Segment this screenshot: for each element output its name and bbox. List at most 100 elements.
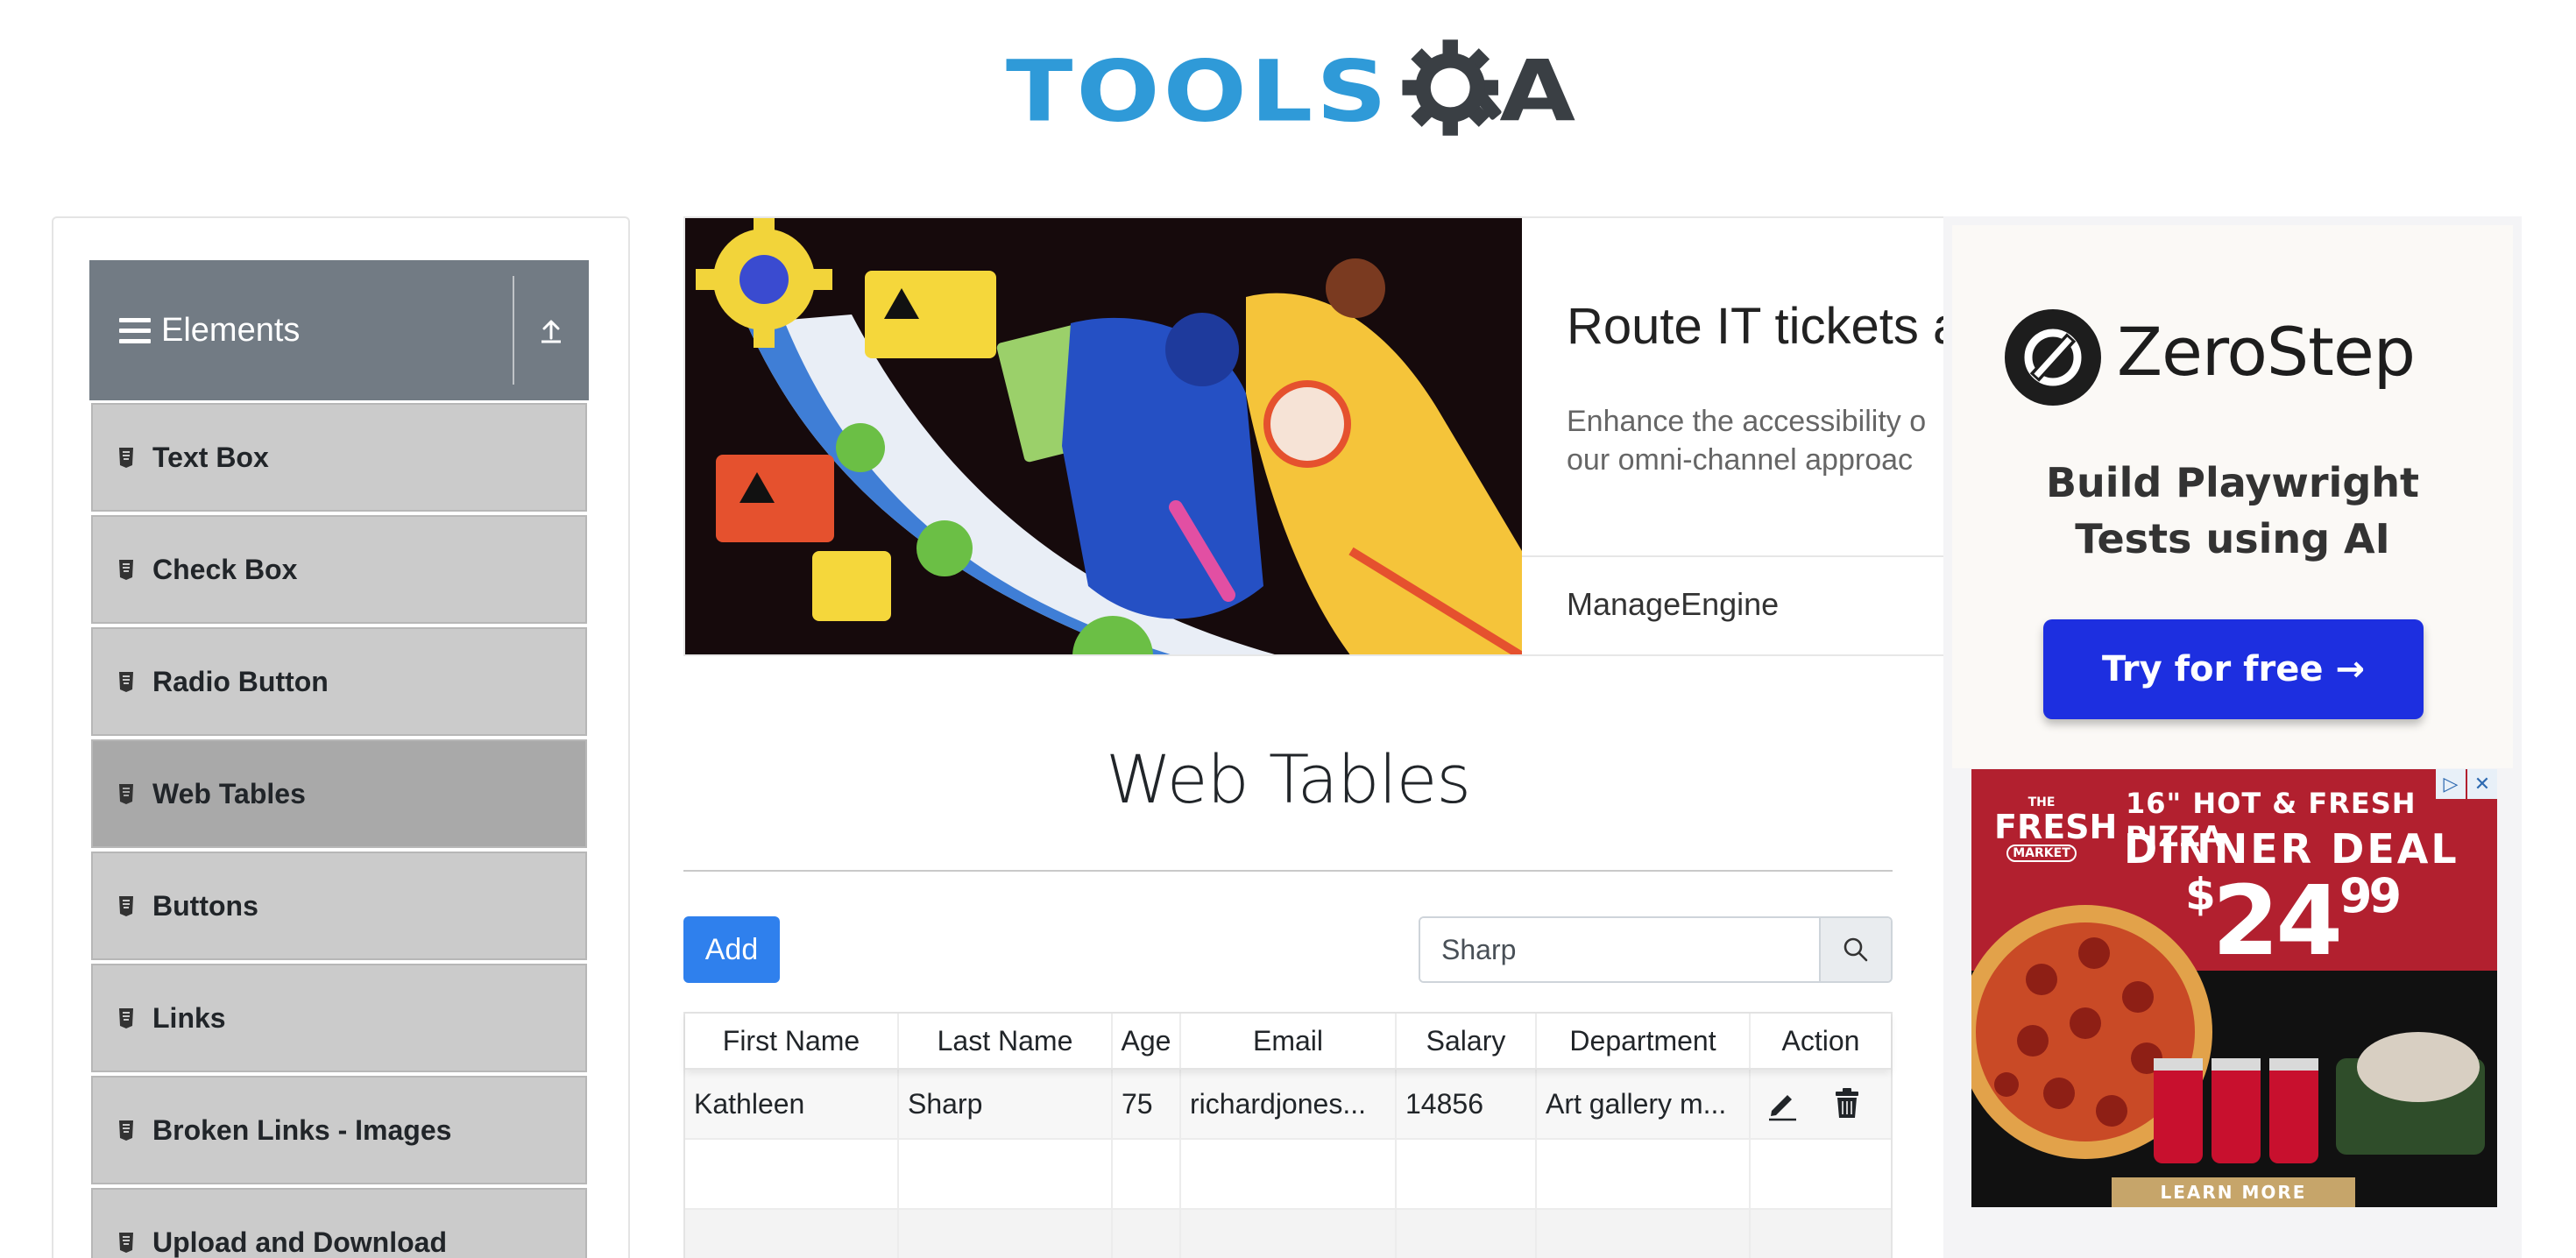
table-header: First Name Last Name Age Email Salary De… — [685, 1014, 1891, 1070]
document-icon — [119, 1008, 133, 1028]
table-cell — [1537, 1210, 1751, 1258]
menu-item-radio-button[interactable]: Radio Button — [91, 627, 587, 736]
trash-icon[interactable] — [1829, 1086, 1865, 1121]
document-icon — [119, 672, 133, 692]
banner-illustration — [685, 218, 1522, 654]
collapse-group-button[interactable] — [513, 260, 589, 400]
price-dollar: $ — [2185, 869, 2216, 920]
zerostep-logo-icon — [2005, 309, 2101, 406]
table-cell — [1181, 1210, 1397, 1258]
menu-item-label: Links — [152, 1001, 226, 1034]
zerostep-brand: ZeroStep — [2117, 313, 2416, 391]
search-icon — [1844, 937, 1868, 962]
web-table: First Name Last Name Age Email Salary De… — [683, 1012, 1893, 1258]
banner-brand: ManageEngine — [1567, 586, 1780, 622]
cell-department: Art gallery m... — [1537, 1070, 1751, 1138]
document-icon — [119, 896, 133, 916]
cell-email: richardjones... — [1181, 1070, 1397, 1138]
table-row — [685, 1210, 1891, 1258]
menu-item-label: Buttons — [152, 889, 258, 922]
menu-item-label: Upload and Download — [152, 1226, 447, 1258]
divider — [1522, 555, 1943, 557]
table-cell — [685, 1140, 899, 1208]
menu-item-check-box[interactable]: Check Box — [91, 515, 587, 624]
gear-magnifier-icon — [1402, 39, 1502, 136]
search-box — [1419, 916, 1893, 983]
search-input[interactable] — [1420, 918, 1819, 981]
table-cell — [1113, 1140, 1181, 1208]
elements-menu: Text Box Check Box Radio Button Web Tabl… — [91, 403, 587, 1258]
try-for-free-button[interactable]: Try for free → — [2043, 619, 2424, 719]
pizza-ad[interactable]: ▷ ✕ THE FRESH MARKET 16" HOT & FRESH PIZ… — [1971, 769, 2497, 1207]
table-row: Kathleen Sharp 75 richardjones... 14856 … — [685, 1070, 1891, 1140]
pizza-ad-price: $2499 — [2185, 873, 2402, 970]
column-header[interactable]: First Name — [685, 1014, 899, 1068]
menu-item-label: Broken Links - Images — [152, 1113, 452, 1146]
table-cell — [685, 1210, 899, 1258]
group-title: Elements — [161, 311, 301, 349]
cell-action — [1751, 1070, 1891, 1138]
badge-text: FRESH — [1994, 808, 2118, 846]
menu-item-upload-download[interactable]: Upload and Download — [91, 1188, 587, 1258]
banner-headline: Route IT tickets a — [1567, 298, 1945, 355]
divider — [683, 870, 1893, 872]
toolsqa-logo[interactable]: TOOLS A — [1006, 26, 1575, 158]
logo-text-a: A — [1499, 43, 1575, 141]
tagline-line: Build Playwright — [2046, 459, 2419, 506]
price-cents: 99 — [2339, 868, 2402, 923]
collapse-up-icon — [541, 320, 561, 343]
menu-item-label: Web Tables — [152, 777, 306, 809]
cell-salary: 14856 — [1397, 1070, 1537, 1138]
learn-more-button[interactable]: LEARN MORE — [2112, 1177, 2355, 1207]
pencil-icon[interactable] — [1765, 1086, 1800, 1121]
banner-body-line: Enhance the accessibility o — [1567, 405, 1927, 438]
document-icon — [119, 560, 133, 580]
menu-item-label: Radio Button — [152, 665, 329, 697]
column-header[interactable]: Email — [1181, 1014, 1397, 1068]
logo-text-tools: TOOLS — [1006, 43, 1391, 141]
cell-age: 75 — [1113, 1070, 1181, 1138]
table-cell — [1397, 1210, 1537, 1258]
page-title: Web Tables — [1106, 740, 1471, 818]
menu-item-label: Check Box — [152, 553, 298, 585]
banner-body: Enhance the accessibility o our omni-cha… — [1567, 402, 1943, 479]
banner-body-line: our omni-channel approac — [1567, 443, 1914, 477]
menu-item-web-tables[interactable]: Web Tables — [91, 739, 587, 848]
menu-item-label: Text Box — [152, 441, 269, 473]
column-header[interactable]: Department — [1537, 1014, 1751, 1068]
add-button[interactable]: Add — [683, 916, 780, 983]
zerostep-tagline: Build Playwright Tests using AI — [1952, 455, 2513, 567]
column-header[interactable]: Last Name — [899, 1014, 1113, 1068]
table-cell — [1397, 1140, 1537, 1208]
search-button[interactable] — [1819, 918, 1891, 981]
menu-item-buttons[interactable]: Buttons — [91, 852, 587, 960]
document-icon — [119, 1233, 133, 1253]
cell-first-name: Kathleen — [685, 1070, 899, 1138]
fresh-market-logo: THE FRESH MARKET — [1994, 795, 2118, 862]
price-main: 24 — [2212, 865, 2343, 977]
table-cell — [1751, 1140, 1891, 1208]
table-cell — [1181, 1140, 1397, 1208]
column-header: Action — [1781, 1024, 1860, 1057]
document-icon — [119, 784, 133, 804]
table-row — [685, 1140, 1891, 1210]
menu-item-broken-links[interactable]: Broken Links - Images — [91, 1076, 587, 1184]
table-cell — [1537, 1140, 1751, 1208]
table-cell — [1751, 1210, 1891, 1258]
badge-text: MARKET — [2006, 845, 2077, 862]
hamburger-icon — [119, 317, 151, 343]
document-icon — [119, 1120, 133, 1141]
table-cell — [1113, 1210, 1181, 1258]
menu-item-links[interactable]: Links — [91, 964, 587, 1072]
table-cell — [899, 1140, 1113, 1208]
cell-last-name: Sharp — [899, 1070, 1113, 1138]
table-cell — [899, 1210, 1113, 1258]
banner-ad[interactable]: Route IT tickets a Enhance the accessibi… — [683, 216, 1945, 656]
elements-group-header[interactable]: Elements — [89, 260, 589, 400]
tagline-line: Tests using AI — [2075, 515, 2390, 562]
zerostep-ad[interactable]: ZeroStep Build Playwright Tests using AI… — [1952, 225, 2513, 768]
menu-item-text-box[interactable]: Text Box — [91, 403, 587, 512]
column-header[interactable]: Age — [1113, 1014, 1181, 1068]
document-icon — [119, 448, 133, 468]
column-header[interactable]: Salary — [1397, 1014, 1537, 1068]
